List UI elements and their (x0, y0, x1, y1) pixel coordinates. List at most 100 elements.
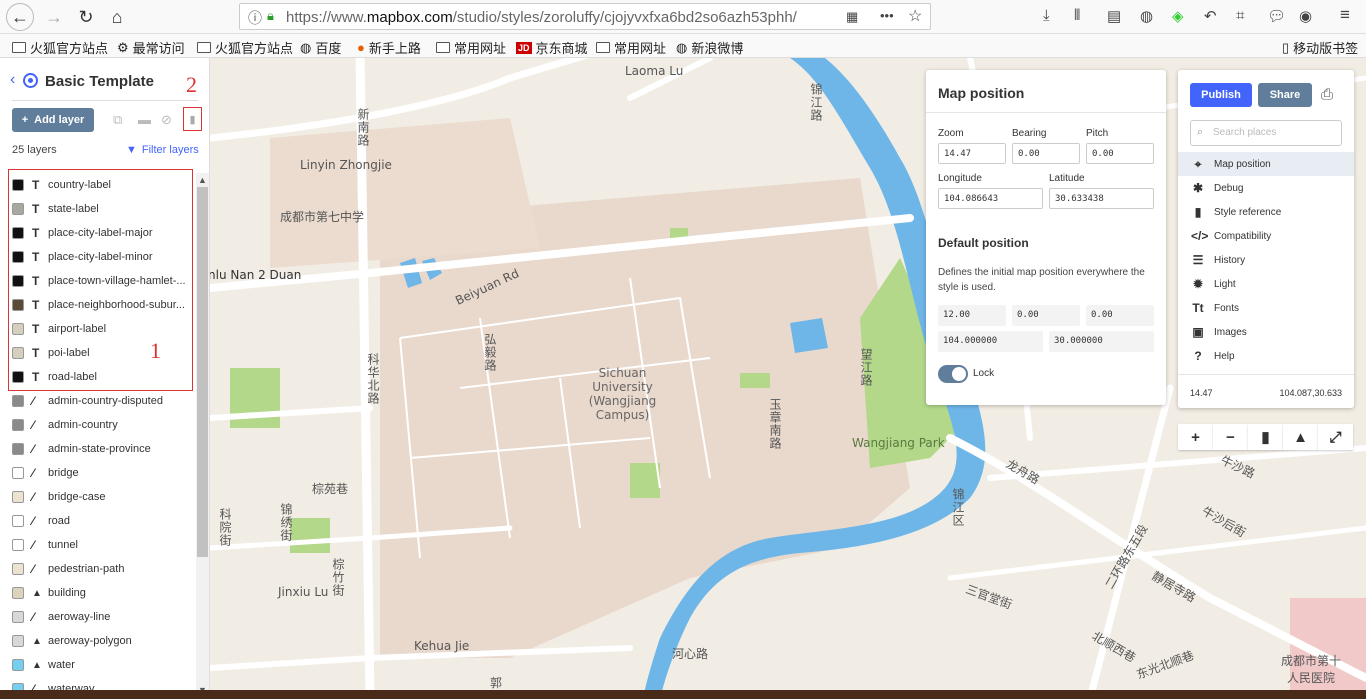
add-layer-button[interactable]: + Add layer (12, 108, 94, 132)
compass-icon[interactable]: ▲ (1283, 424, 1318, 450)
home-icon[interactable]: ⌂ (103, 3, 131, 31)
layer-row[interactable]: ⁄ admin-country (0, 413, 196, 437)
layer-row[interactable]: ⁄ bridge (0, 461, 196, 485)
divider (926, 112, 1166, 113)
layer-row[interactable]: ⁄ pedestrian-path (0, 557, 196, 581)
zoom-field[interactable]: 14.47 (938, 143, 1006, 164)
bookmark-item[interactable]: ◍ 新浪微博 (676, 38, 743, 57)
layer-color-swatch[interactable] (12, 563, 24, 575)
reload-icon[interactable]: ↻ (72, 3, 100, 31)
search-places-input[interactable]: ⌕ Search places (1190, 120, 1342, 146)
map-label: Wangjiang Park (852, 436, 945, 450)
layer-color-swatch[interactable] (12, 395, 24, 407)
bookmark-item[interactable]: 常用网址 (596, 38, 666, 57)
hide-icon[interactable]: ⊘ (161, 112, 172, 128)
menu-item-compatibility[interactable]: </> Compatibility (1178, 224, 1354, 248)
bookmark-item[interactable]: ◍ 百度 (300, 38, 341, 57)
delete-layer-button[interactable]: ▮ (183, 107, 202, 131)
map-label: 新南路 (356, 108, 370, 147)
mobile-bookmarks[interactable]: ▯ 移动版书签 (1282, 38, 1358, 57)
globe-icon: ◍ (676, 39, 688, 55)
layer-color-swatch[interactable] (12, 635, 24, 647)
account-icon[interactable]: ◉ (1299, 7, 1312, 25)
lock-icon[interactable]: ▮ (1248, 424, 1283, 450)
undo-icon[interactable]: ↶ (1204, 7, 1217, 25)
layer-color-swatch[interactable] (12, 467, 24, 479)
menu-item-light[interactable]: ✹ Light (1178, 272, 1354, 296)
debug-icon: ✱ (1192, 181, 1204, 195)
scroll-up-icon[interactable]: ▲ (198, 175, 207, 185)
globe-icon[interactable]: ◍ (1140, 7, 1153, 25)
bookmark-item[interactable]: ● 新手上路 (357, 38, 421, 57)
crop-icon[interactable]: ⌗ (1236, 7, 1244, 24)
layer-color-swatch[interactable] (12, 491, 24, 503)
layer-color-swatch[interactable] (12, 419, 24, 431)
folder-icon[interactable]: ▬ (138, 112, 151, 127)
back-chevron-icon[interactable]: ‹ (10, 71, 15, 89)
menu-item-map-position[interactable]: ⌖ Map position (1178, 152, 1354, 176)
scroll-thumb[interactable] (197, 187, 208, 557)
extension-icon[interactable]: ◈ (1172, 7, 1184, 25)
bearing-field[interactable]: 0.00 (1012, 143, 1080, 164)
menu-item-fonts[interactable]: Tt Fonts (1178, 296, 1354, 320)
url-text[interactable]: https://www.mapbox.com/studio/styles/zor… (286, 9, 797, 26)
menu-item-history[interactable]: ☰ History (1178, 248, 1354, 272)
default-pitch-value: 0.00 (1086, 305, 1154, 326)
duplicate-icon[interactable]: ⧉ (113, 112, 122, 128)
layer-color-swatch[interactable] (12, 587, 24, 599)
menu-item-debug[interactable]: ✱ Debug (1178, 176, 1354, 200)
longitude-field[interactable]: 104.086643 (938, 188, 1043, 209)
share-button[interactable]: Share (1258, 83, 1312, 107)
filter-layers-button[interactable]: ▼ Filter layers (126, 144, 199, 156)
menu-item-help[interactable]: ? Help (1178, 344, 1354, 368)
print-icon[interactable]: ⎙ (1321, 86, 1333, 103)
library-icon[interactable]: ⫴ (1074, 7, 1080, 24)
pitch-field[interactable]: 0.00 (1086, 143, 1154, 164)
more-actions-icon[interactable]: ••• (880, 8, 894, 23)
forward-arrow-icon[interactable]: → (40, 3, 68, 31)
bookmark-star-icon[interactable]: ☆ (908, 6, 922, 26)
layer-row[interactable]: ⁄ bridge-case (0, 485, 196, 509)
layer-row[interactable]: ▲ aeroway-polygon (0, 629, 196, 653)
chat-icon[interactable]: 💬︎ (1267, 7, 1286, 25)
back-arrow-icon[interactable]: ← (6, 3, 34, 31)
style-title[interactable]: Basic Template (45, 73, 154, 90)
publish-button[interactable]: Publish (1190, 83, 1252, 107)
layer-row[interactable]: ⁄ admin-country-disputed (0, 389, 196, 413)
sidebar-icon[interactable]: ▤ (1107, 7, 1121, 25)
bookmark-item[interactable]: 常用网址 (436, 38, 506, 57)
layer-scrollbar[interactable]: ▲ ▼ (196, 173, 209, 699)
bookmark-item[interactable]: 火狐官方站点 (12, 38, 108, 57)
panel-title: Map position (938, 85, 1025, 101)
layer-row[interactable]: ⁄ admin-state-province (0, 437, 196, 461)
zoom-out-button[interactable]: − (1213, 424, 1248, 450)
layer-color-swatch[interactable] (12, 539, 24, 551)
download-icon[interactable]: ⤓ (1043, 7, 1050, 24)
bookmark-item[interactable]: 火狐官方站点 (197, 38, 293, 57)
info-icon[interactable]: ⓘ (248, 8, 262, 28)
layer-color-swatch[interactable] (12, 611, 24, 623)
layer-row[interactable]: ▲ building (0, 581, 196, 605)
folder-icon (596, 42, 610, 53)
bookmark-item[interactable]: ⚙ 最常访问 (117, 38, 185, 57)
latitude-field[interactable]: 30.633438 (1049, 188, 1154, 209)
layer-name: admin-country-disputed (48, 395, 163, 407)
bookmark-item[interactable]: JD 京东商城 (516, 38, 588, 57)
zoom-in-button[interactable]: + (1178, 424, 1213, 450)
layer-color-swatch[interactable] (12, 659, 24, 671)
layer-row[interactable]: ⁄ tunnel (0, 533, 196, 557)
layer-row[interactable]: ⁄ aeroway-line (0, 605, 196, 629)
url-bar[interactable]: ⓘ 🔒︎ https://www.mapbox.com/studio/style… (239, 3, 931, 30)
qr-code-icon[interactable]: ▦ (846, 9, 858, 25)
menu-item-images[interactable]: ▣ Images (1178, 320, 1354, 344)
layer-row[interactable]: ▲ water (0, 653, 196, 677)
layer-color-swatch[interactable] (12, 515, 24, 527)
layer-row[interactable]: ⁄ road (0, 509, 196, 533)
layer-color-swatch[interactable] (12, 443, 24, 455)
lock-toggle[interactable] (938, 365, 968, 383)
menu-item-style-reference[interactable]: ▮ Style reference (1178, 200, 1354, 224)
map-label: Kehua Jie (414, 639, 470, 653)
fullscreen-icon[interactable]: ⤢ (1318, 424, 1353, 450)
folder-icon (197, 42, 211, 53)
menu-icon[interactable]: ≡ (1340, 5, 1350, 25)
